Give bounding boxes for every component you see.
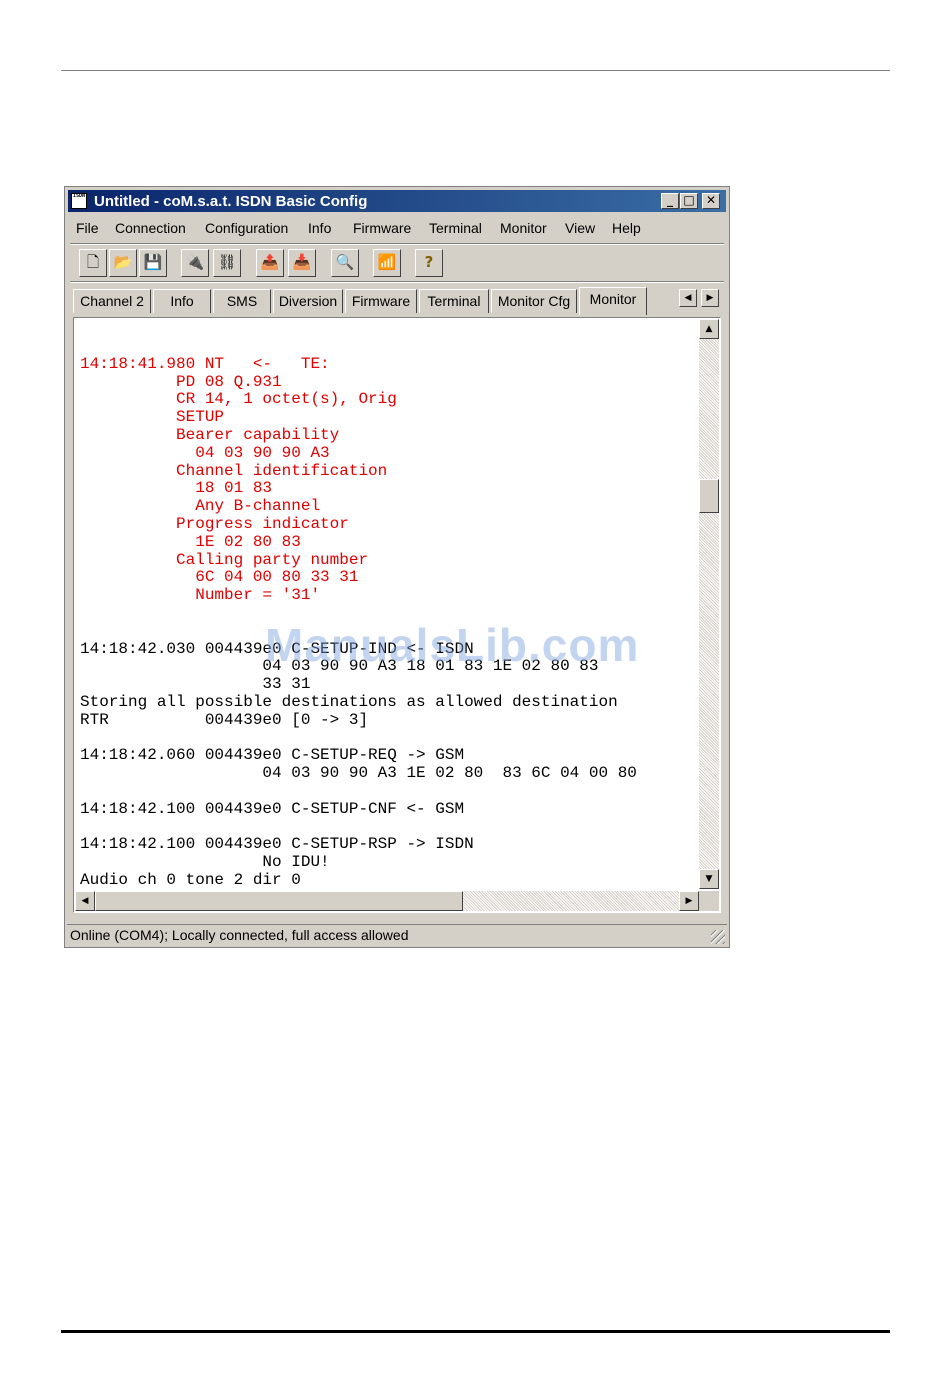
connect-button[interactable]: 🔌 (181, 249, 209, 277)
save-icon: 💾 (143, 253, 163, 271)
title-bar[interactable]: ISDN Untitled - coM.s.a.t. ISDN Basic Co… (68, 190, 726, 212)
scroll-up-button[interactable]: ▲ (699, 319, 719, 339)
log-line: PD 08 Q.931 (80, 372, 282, 391)
log-line: Number = '31' (80, 586, 321, 605)
menu-separator (70, 243, 724, 245)
app-icon[interactable]: ISDN (71, 193, 87, 209)
tab-strip: Channel 2 Info SMS Diversion Firmware Te… (73, 287, 723, 315)
tab-scroll-right-button[interactable]: ▶ (701, 289, 719, 307)
log-line: 1E 02 80 83 (80, 532, 301, 551)
download-button[interactable]: 📥 (288, 249, 316, 277)
maximize-button[interactable]: □ (680, 193, 698, 209)
log-line: Storing all possible destinations as all… (80, 692, 618, 711)
scroll-down-button[interactable]: ▼ (699, 869, 719, 889)
tab-channel-2[interactable]: Channel 2 (73, 289, 151, 313)
search-icon: 🔍 (335, 253, 355, 271)
log-line: Audio ch 0 tone 2 dir 0 (80, 870, 301, 888)
tab-info[interactable]: Info (153, 289, 211, 313)
upload-icon: 📤 (260, 253, 280, 271)
disconnect-button[interactable]: ⛓ (213, 249, 241, 277)
toolbar-separator (70, 281, 724, 283)
status-bar: Online (COM4); Locally connected, full a… (67, 924, 727, 946)
help-icon: ? (424, 253, 434, 271)
help-button[interactable]: ? (415, 249, 443, 277)
connect-icon: 🔌 (185, 253, 205, 271)
log-line: Calling party number (80, 550, 369, 569)
log-line: 33 31 (80, 675, 311, 694)
open-button[interactable]: 📂 (109, 249, 137, 277)
search-button[interactable]: 🔍 (331, 249, 359, 277)
scrollbar-corner (699, 891, 719, 911)
page-footer-rule (61, 1330, 890, 1333)
tab-terminal[interactable]: Terminal (419, 289, 489, 313)
menu-terminal[interactable]: Terminal (429, 220, 482, 236)
watermark: ManualsLib.com (265, 619, 640, 671)
open-icon: 📂 (113, 253, 133, 271)
monitor-panel: 14:18:41.980 NT <- TE: PD 08 Q.931 CR 14… (73, 317, 721, 913)
horizontal-scroll-thumb[interactable] (95, 891, 463, 911)
tab-diversion[interactable]: Diversion (273, 289, 343, 313)
new-button[interactable]: 🗋 (79, 249, 107, 277)
resize-grip-icon[interactable] (711, 930, 725, 944)
menu-configuration[interactable]: Configuration (205, 220, 288, 236)
tab-sms[interactable]: SMS (213, 289, 271, 313)
tab-firmware[interactable]: Firmware (345, 289, 417, 313)
monitor-log[interactable]: 14:18:41.980 NT <- TE: PD 08 Q.931 CR 14… (80, 338, 694, 888)
tab-monitor-cfg[interactable]: Monitor Cfg (491, 289, 577, 313)
upload-button[interactable]: 📤 (256, 249, 284, 277)
log-line: 6C 04 00 80 33 31 (80, 568, 359, 587)
vertical-scroll-thumb[interactable] (699, 479, 719, 513)
scroll-right-button[interactable]: ▶ (679, 891, 699, 911)
log-line: Progress indicator (80, 514, 349, 533)
scroll-left-button[interactable]: ◀ (75, 891, 95, 911)
signal-icon: 📶 (377, 253, 397, 271)
menu-monitor[interactable]: Monitor (500, 220, 547, 236)
log-line: 18 01 83 (80, 479, 273, 498)
log-line: Channel identification (80, 461, 388, 480)
download-icon: 📥 (292, 253, 312, 271)
menu-connection[interactable]: Connection (115, 220, 186, 236)
log-line: 14:18:42.100 004439e0 C-SETUP-RSP -> ISD… (80, 835, 474, 854)
log-line: 14:18:42.100 004439e0 C-SETUP-CNF <- GSM (80, 799, 465, 818)
save-button[interactable]: 💾 (139, 249, 167, 277)
menu-view[interactable]: View (565, 220, 595, 236)
horizontal-scrollbar[interactable]: ◀ ▶ (75, 891, 699, 911)
status-text: Online (COM4); Locally connected, full a… (70, 927, 409, 943)
log-line: CR 14, 1 octet(s), Orig (80, 390, 397, 409)
tab-scroll-left-button[interactable]: ◀ (679, 289, 697, 307)
log-line: 14:18:42.060 004439e0 C-SETUP-REQ -> GSM (80, 746, 465, 765)
menu-info[interactable]: Info (308, 220, 331, 236)
log-line: No IDU! (80, 853, 330, 872)
log-line: 14:18:41.980 NT <- TE: (80, 354, 330, 373)
disconnect-icon: ⛓ (217, 253, 237, 271)
minimize-button[interactable]: _ (661, 193, 679, 209)
tab-monitor[interactable]: Monitor (579, 287, 647, 315)
log-line: SETUP (80, 408, 225, 427)
log-line: 04 03 90 90 A3 1E 02 80 83 6C 04 00 80 (80, 764, 637, 783)
menu-file[interactable]: File (76, 220, 99, 236)
vertical-scrollbar[interactable]: ▲ ▼ (699, 319, 719, 889)
menu-bar: File Connection Configuration Info Firmw… (70, 218, 720, 240)
log-line: Any B-channel (80, 497, 321, 516)
window-title: Untitled - coM.s.a.t. ISDN Basic Config (94, 193, 368, 210)
signal-button[interactable]: 📶 (373, 249, 401, 277)
log-line: Bearer capability (80, 425, 340, 444)
close-button[interactable]: ✕ (702, 193, 720, 209)
log-line: 04 03 90 90 A3 (80, 443, 330, 462)
page-header-rule (61, 70, 890, 71)
app-window: ISDN Untitled - coM.s.a.t. ISDN Basic Co… (64, 186, 730, 948)
menu-help[interactable]: Help (612, 220, 641, 236)
menu-firmware[interactable]: Firmware (353, 220, 411, 236)
log-line: RTR 004439e0 [0 -> 3] (80, 710, 369, 729)
new-icon: 🗋 (86, 253, 100, 271)
